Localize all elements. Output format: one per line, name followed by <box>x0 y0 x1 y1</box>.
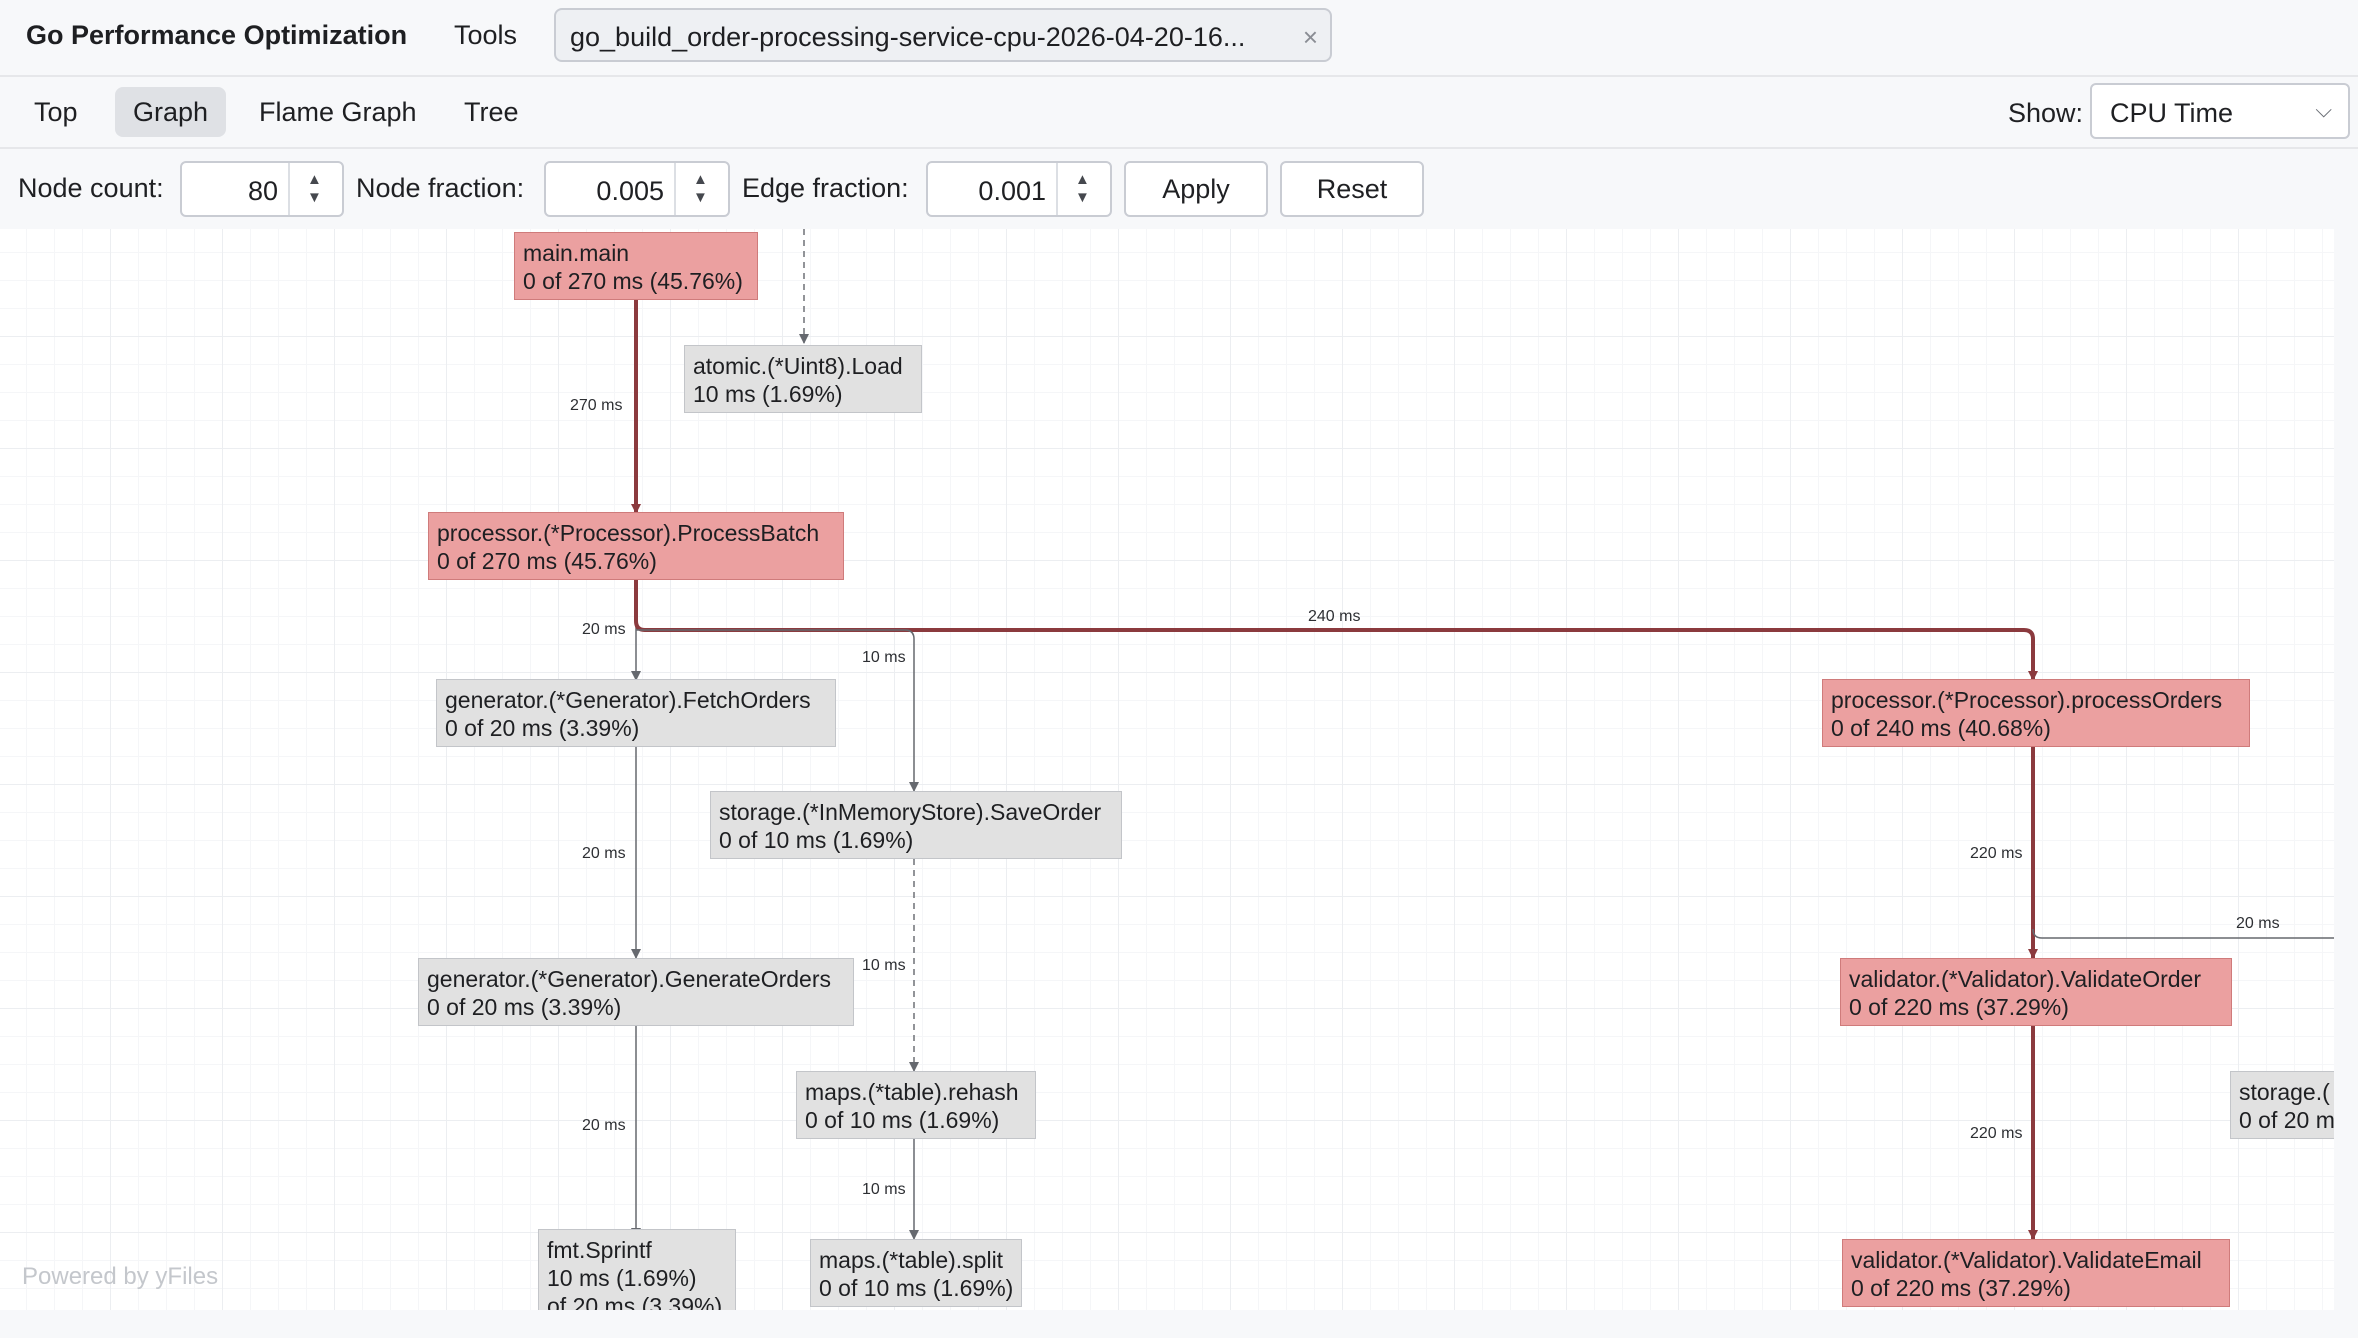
arrow-up-icon[interactable]: ▲ <box>307 172 322 187</box>
graph-node-fetchorders[interactable]: generator.(*Generator).FetchOrders 0 of … <box>436 679 836 747</box>
node-stat: 10 ms (1.69%) <box>547 1265 697 1291</box>
node-count-label: Node count: <box>18 173 164 203</box>
edge-label: 10 ms <box>862 649 906 666</box>
edge-fraction-stepper[interactable]: 0.001 ▲ ▼ <box>926 161 1112 217</box>
edge-label: 20 ms <box>582 1117 626 1134</box>
edge-fraction-arrows[interactable]: ▲ ▼ <box>1056 163 1110 215</box>
chevron-down-icon: ⌵ <box>2315 97 2332 122</box>
graph-params-bar: Node count: 80 ▲ ▼ Node fraction: 0.005 … <box>0 149 2358 227</box>
edge-label: 270 ms <box>570 397 623 414</box>
arrow-up-icon[interactable]: ▲ <box>1075 172 1090 187</box>
node-name: validator.(*Validator).ValidateEmail <box>1851 1247 2202 1273</box>
yfiles-watermark: Powered by yFiles <box>22 1263 219 1290</box>
graph-node-validateemail[interactable]: validator.(*Validator).ValidateEmail 0 o… <box>1842 1239 2230 1307</box>
show-select-value: CPU Time <box>2110 98 2234 128</box>
node-name: processor.(*Processor).processOrders <box>1831 687 2223 713</box>
node-stat: 10 ms (1.69%) <box>693 381 843 407</box>
node-name: fmt.Sprintf <box>547 1237 652 1263</box>
graph-node-rehash[interactable]: maps.(*table).rehash 0 of 10 ms (1.69%) <box>796 1071 1036 1139</box>
node-name: main.main <box>523 240 630 266</box>
tab-flame-graph[interactable]: Flame Graph <box>241 87 435 137</box>
graph-edges <box>631 229 2334 1240</box>
node-count-arrows[interactable]: ▲ ▼ <box>288 163 342 215</box>
graph-node-saveorder[interactable]: storage.(*InMemoryStore).SaveOrder 0 of … <box>710 791 1122 859</box>
node-fraction-arrows[interactable]: ▲ ▼ <box>674 163 728 215</box>
node-name: validator.(*Validator).ValidateOrder <box>1849 966 2201 992</box>
reset-button[interactable]: Reset <box>1280 161 1424 217</box>
show-label: Show: <box>2008 98 2084 128</box>
tab-graph[interactable]: Graph <box>115 87 227 137</box>
node-name: maps.(*table).split <box>819 1247 1004 1273</box>
graph-node-validateorder[interactable]: validator.(*Validator).ValidateOrder 0 o… <box>1840 958 2232 1026</box>
node-stat: 0 of 20 m <box>2239 1107 2334 1133</box>
edge-label: 10 ms <box>862 1181 906 1198</box>
node-stat: 0 of 270 ms (45.76%) <box>437 548 657 574</box>
node-count-stepper[interactable]: 80 ▲ ▼ <box>180 161 344 217</box>
edge-fraction-label: Edge fraction: <box>742 173 909 203</box>
arrow-down-icon[interactable]: ▼ <box>307 190 322 205</box>
arrow-down-icon[interactable]: ▼ <box>693 190 708 205</box>
view-toolbar: Top Graph Flame Graph Tree Show: CPU Tim… <box>0 77 2358 149</box>
node-stat: 0 of 10 ms (1.69%) <box>805 1107 1000 1133</box>
node-fraction-value[interactable]: 0.005 <box>596 176 664 207</box>
node-stat: 0 of 10 ms (1.69%) <box>819 1275 1014 1301</box>
node-name: generator.(*Generator).GenerateOrders <box>427 966 831 992</box>
tab-tree[interactable]: Tree <box>446 87 537 137</box>
node-count-value[interactable]: 80 <box>248 176 278 207</box>
call-graph-canvas[interactable]: 270 ms 20 ms 240 ms 10 ms 20 ms 10 ms 22… <box>0 229 2334 1310</box>
edge-fraction-value[interactable]: 0.001 <box>978 176 1046 207</box>
node-stat: 0 of 220 ms (37.29%) <box>1849 994 2069 1020</box>
node-stat: 0 of 220 ms (37.29%) <box>1851 1275 2071 1301</box>
graph-node-generateorders[interactable]: generator.(*Generator).GenerateOrders 0 … <box>418 958 854 1026</box>
app-title: Go Performance Optimization <box>26 20 408 50</box>
arrow-down-icon[interactable]: ▼ <box>1075 190 1090 205</box>
file-tab[interactable]: go_build_order-processing-service-cpu-20… <box>554 8 1332 62</box>
edge-label: 10 ms <box>862 957 906 974</box>
edge-label: 20 ms <box>582 621 626 638</box>
file-tab-label: go_build_order-processing-service-cpu-20… <box>570 22 1246 52</box>
node-fraction-stepper[interactable]: 0.005 ▲ ▼ <box>544 161 730 217</box>
node-name: storage.( <box>2239 1079 2330 1105</box>
edge-label: 240 ms <box>1308 608 1361 625</box>
node-name: atomic.(*Uint8).Load <box>693 353 903 379</box>
node-stat: 0 of 20 ms (3.39%) <box>445 715 640 741</box>
arrow-up-icon[interactable]: ▲ <box>693 172 708 187</box>
node-fraction-label: Node fraction: <box>356 173 525 203</box>
edge-processorders-storage <box>2032 928 2334 939</box>
title-bar: Go Performance Optimization Tools go_bui… <box>0 0 2358 77</box>
graph-node-main-main[interactable]: main.main 0 of 270 ms (45.76%) <box>514 232 758 300</box>
node-stat: 0 of 20 ms (3.39%) <box>427 994 622 1020</box>
edge-label: 20 ms <box>582 845 626 862</box>
node-name: storage.(*InMemoryStore).SaveOrder <box>719 799 1102 825</box>
node-stat: 0 of 270 ms (45.76%) <box>523 268 743 294</box>
tools-menu[interactable]: Tools <box>454 20 517 51</box>
close-icon[interactable]: × <box>1303 22 1318 53</box>
edge-label: 220 ms <box>1970 1125 2023 1142</box>
graph-node-atomic-load[interactable]: atomic.(*Uint8).Load 10 ms (1.69%) <box>684 345 922 413</box>
tab-top[interactable]: Top <box>16 87 96 137</box>
edge-label: 20 ms <box>2236 915 2280 932</box>
node-name: generator.(*Generator).FetchOrders <box>445 687 811 713</box>
node-name: maps.(*table).rehash <box>805 1079 1019 1105</box>
node-stat: 0 of 240 ms (40.68%) <box>1831 715 2051 741</box>
graph-node-split[interactable]: maps.(*table).split 0 of 10 ms (1.69%) <box>810 1239 1022 1307</box>
graph-node-processorders[interactable]: processor.(*Processor).processOrders 0 o… <box>1822 679 2250 747</box>
node-stat-cumulative: of 20 ms (3.39%) <box>547 1293 723 1310</box>
show-select[interactable]: CPU Time ⌵ <box>2090 83 2350 139</box>
node-name: processor.(*Processor).ProcessBatch <box>437 520 820 546</box>
graph-node-storage-partial[interactable]: storage.( 0 of 20 m <box>2230 1071 2334 1139</box>
apply-button[interactable]: Apply <box>1124 161 1268 217</box>
node-stat: 0 of 10 ms (1.69%) <box>719 827 914 853</box>
graph-node-sprintf[interactable]: fmt.Sprintf 10 ms (1.69%) of 20 ms (3.39… <box>538 1229 736 1310</box>
edge-label: 220 ms <box>1970 845 2023 862</box>
graph-node-processbatch[interactable]: processor.(*Processor).ProcessBatch 0 of… <box>428 512 844 580</box>
